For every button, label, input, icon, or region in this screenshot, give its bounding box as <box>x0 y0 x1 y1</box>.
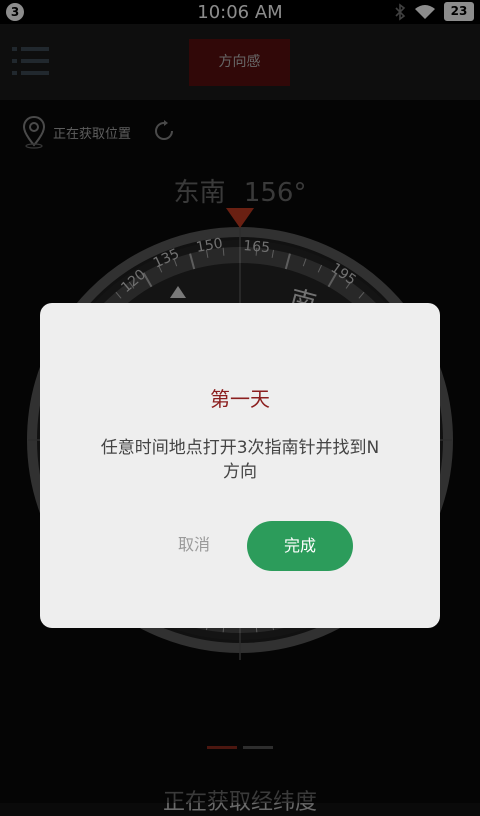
cancel-button[interactable]: 取消 <box>150 525 238 565</box>
task-dialog: 第一天 任意时间地点打开3次指南针并找到N方向 取消 完成 <box>40 303 440 628</box>
dialog-title: 第一天 <box>210 387 270 411</box>
done-button[interactable]: 完成 <box>247 521 353 571</box>
dialog-message: 任意时间地点打开3次指南针并找到N方向 <box>100 438 380 482</box>
